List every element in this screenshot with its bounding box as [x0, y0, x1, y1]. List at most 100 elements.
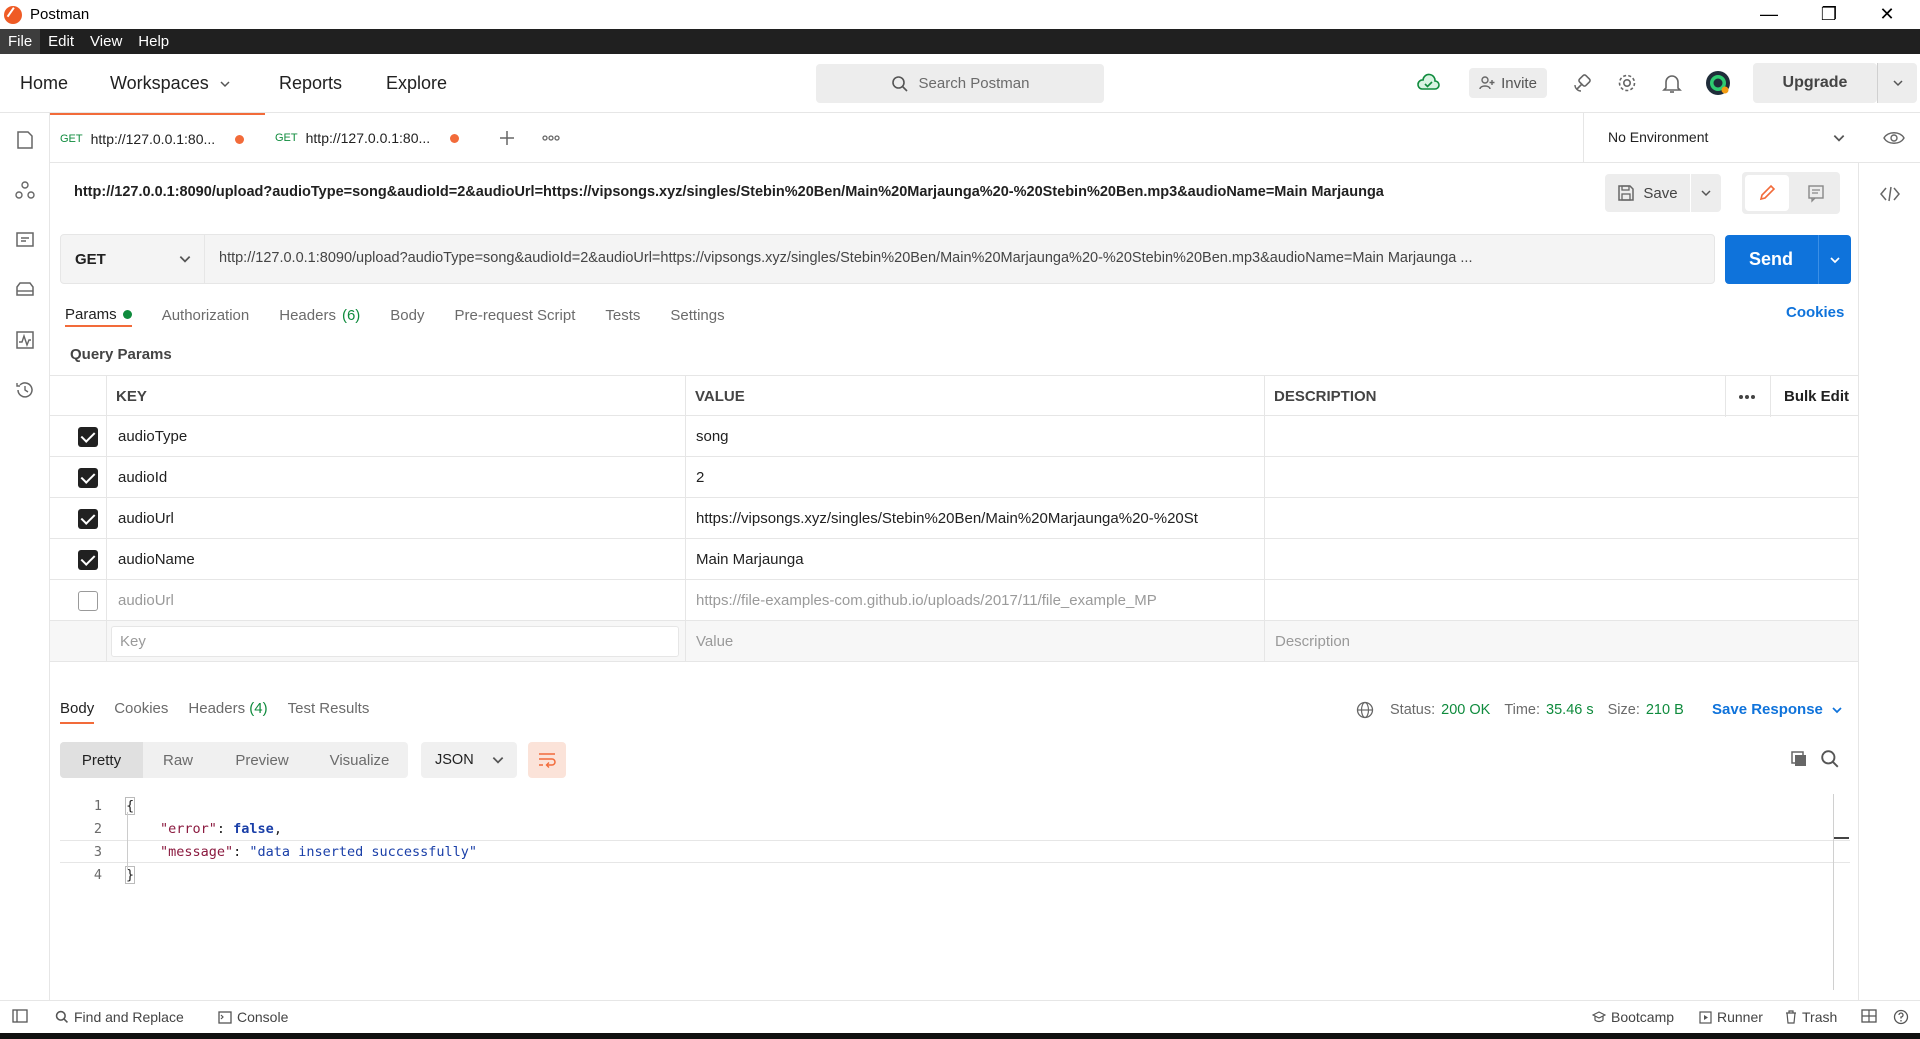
- nav-explore[interactable]: Explore: [386, 54, 447, 113]
- param-value[interactable]: https://vipsongs.xyz/singles/Stebin%20Be…: [696, 498, 1261, 539]
- param-checkbox[interactable]: [78, 427, 98, 447]
- nav-workspaces[interactable]: Workspaces: [110, 54, 231, 113]
- tab-params[interactable]: Params: [65, 306, 132, 327]
- param-key[interactable]: audioUrl: [118, 580, 174, 621]
- response-tab-headers[interactable]: Headers (4): [188, 700, 267, 724]
- save-button[interactable]: Save: [1605, 174, 1690, 212]
- param-key[interactable]: audioName: [118, 539, 195, 580]
- param-value[interactable]: 2: [696, 457, 1261, 498]
- response-tab-body[interactable]: Body: [60, 700, 95, 724]
- restore-button[interactable]: ❐: [1800, 0, 1858, 29]
- scroll-thumb[interactable]: [1834, 837, 1849, 839]
- find-replace-button[interactable]: Find and Replace: [55, 1009, 184, 1025]
- more-options-icon[interactable]: [1737, 376, 1767, 417]
- monitors-icon[interactable]: [13, 328, 37, 352]
- method-select[interactable]: GET: [61, 235, 205, 283]
- nav-reports[interactable]: Reports: [279, 54, 342, 113]
- save-response-button[interactable]: Save Response: [1712, 701, 1843, 718]
- language-select[interactable]: JSON: [421, 742, 517, 778]
- bulk-edit-button[interactable]: Bulk Edit: [1784, 376, 1849, 417]
- param-key[interactable]: audioUrl: [118, 498, 174, 539]
- runner-button[interactable]: Runner: [1699, 1009, 1763, 1025]
- format-pretty[interactable]: Pretty: [60, 742, 143, 778]
- editor-scrollbar[interactable]: [1833, 794, 1834, 990]
- menu-help[interactable]: Help: [130, 29, 177, 54]
- toggle-sidebar-icon[interactable]: [12, 1009, 28, 1023]
- tab-body[interactable]: Body: [390, 303, 424, 327]
- search-icon[interactable]: [1820, 749, 1840, 769]
- param-checkbox[interactable]: [78, 509, 98, 529]
- gear-icon[interactable]: [1612, 68, 1642, 98]
- request-tab[interactable]: GET http://127.0.0.1:80...: [265, 113, 480, 163]
- minimize-button[interactable]: —: [1740, 0, 1798, 29]
- response-body-editor[interactable]: 1 { 2 "error": false, 3 "message": "data…: [60, 794, 1850, 994]
- bell-icon[interactable]: [1657, 68, 1687, 98]
- satellite-icon[interactable]: [1568, 68, 1598, 98]
- tab-headers[interactable]: Headers (6): [279, 303, 360, 327]
- nav-home[interactable]: Home: [20, 54, 68, 113]
- param-value[interactable]: https://file-examples-com.github.io/uplo…: [696, 580, 1261, 621]
- format-raw[interactable]: Raw: [143, 742, 213, 778]
- mock-servers-icon[interactable]: [13, 278, 37, 302]
- param-value[interactable]: Main Marjaunga: [696, 539, 1261, 580]
- param-checkbox[interactable]: [78, 550, 98, 570]
- send-menu-chevron-icon[interactable]: [1819, 235, 1851, 284]
- url-input[interactable]: http://127.0.0.1:8090/upload?audioType=s…: [219, 250, 1659, 266]
- tab-prerequest-script[interactable]: Pre-request Script: [455, 303, 576, 327]
- environment-selector[interactable]: No Environment: [1583, 113, 1920, 163]
- param-checkbox[interactable]: [78, 591, 98, 611]
- format-preview[interactable]: Preview: [213, 742, 311, 778]
- console-button[interactable]: Console: [218, 1009, 288, 1025]
- upgrade-menu-button[interactable]: [1877, 63, 1917, 103]
- avatar[interactable]: [1703, 68, 1733, 98]
- chevron-down-icon: [1833, 135, 1845, 142]
- response-tab-test-results[interactable]: Test Results: [288, 700, 370, 724]
- edit-mode-pencil-icon[interactable]: [1745, 175, 1789, 211]
- apis-icon[interactable]: [13, 178, 37, 202]
- param-value[interactable]: song: [696, 416, 1261, 457]
- collections-icon[interactable]: [13, 128, 37, 152]
- param-key[interactable]: audioType: [118, 416, 187, 457]
- unsaved-dot-icon: [235, 134, 245, 144]
- tab-authorization[interactable]: Authorization: [162, 303, 250, 327]
- wrap-lines-button[interactable]: [528, 742, 566, 778]
- menu-view[interactable]: View: [82, 29, 130, 54]
- tab-settings[interactable]: Settings: [670, 303, 724, 327]
- send-button[interactable]: Send: [1725, 235, 1851, 284]
- new-key-input[interactable]: Key: [111, 626, 679, 657]
- help-icon[interactable]: [1893, 1009, 1909, 1025]
- new-value-input[interactable]: Value: [696, 621, 733, 662]
- menu-file[interactable]: File: [0, 29, 41, 54]
- response-tab-cookies[interactable]: Cookies: [114, 700, 168, 724]
- two-pane-icon[interactable]: [1861, 1009, 1877, 1023]
- param-key[interactable]: audioId: [118, 457, 167, 498]
- request-title[interactable]: http://127.0.0.1:8090/upload?audioType=s…: [74, 184, 1384, 200]
- time-value: 35.46 s: [1546, 702, 1594, 718]
- documentation-icon[interactable]: [1794, 175, 1838, 211]
- new-tab-plus-icon[interactable]: [495, 126, 519, 150]
- request-tab[interactable]: GET http://127.0.0.1:80...: [50, 113, 265, 163]
- search-input[interactable]: Search Postman: [816, 64, 1104, 103]
- new-description-input[interactable]: Description: [1275, 621, 1350, 662]
- invite-button[interactable]: Invite: [1469, 68, 1547, 98]
- code-icon[interactable]: [1879, 185, 1901, 203]
- trash-label: Trash: [1802, 1009, 1838, 1025]
- eye-icon[interactable]: [1883, 130, 1905, 146]
- copy-icon[interactable]: [1789, 749, 1809, 769]
- history-icon[interactable]: [13, 378, 37, 402]
- trash-button[interactable]: Trash: [1785, 1009, 1837, 1025]
- cloud-sync-icon[interactable]: [1413, 68, 1443, 98]
- save-menu-button[interactable]: [1691, 174, 1721, 212]
- tab-tests[interactable]: Tests: [605, 303, 640, 327]
- environments-icon[interactable]: [13, 228, 37, 252]
- bootcamp-button[interactable]: Bootcamp: [1592, 1009, 1674, 1025]
- more-tabs-icon[interactable]: [539, 126, 563, 150]
- code-text: "message": "data inserted successfully": [160, 843, 477, 860]
- menu-edit[interactable]: Edit: [40, 29, 82, 54]
- upgrade-button[interactable]: Upgrade: [1753, 63, 1877, 103]
- cookies-link[interactable]: Cookies: [1786, 304, 1844, 321]
- param-checkbox[interactable]: [78, 468, 98, 488]
- close-window-button[interactable]: ✕: [1858, 0, 1916, 29]
- format-visualize[interactable]: Visualize: [311, 742, 408, 778]
- globe-icon[interactable]: [1356, 701, 1374, 719]
